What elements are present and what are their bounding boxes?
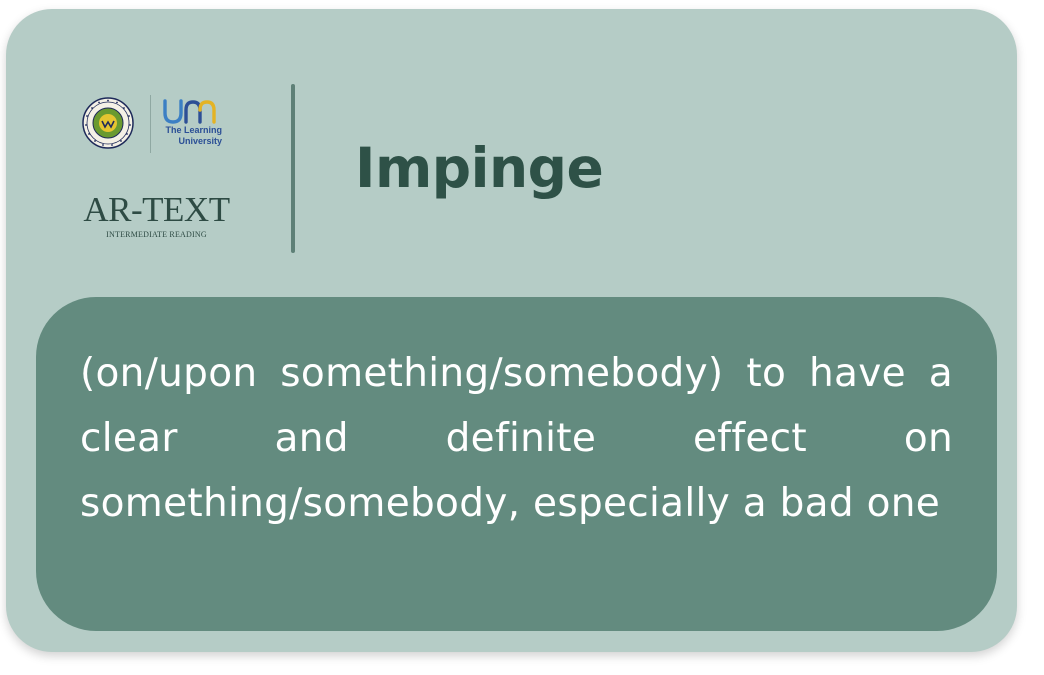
definition-panel: (on/upon something/somebody) to have a c…	[36, 297, 997, 631]
um-tagline: The Learning University	[162, 125, 222, 147]
header-divider	[291, 84, 295, 253]
vocabulary-word: Impinge	[355, 136, 604, 200]
university-seal-icon	[82, 97, 134, 149]
logo-group: The Learning University AR-TEXT INTERMED…	[74, 87, 244, 247]
um-logo-icon	[163, 99, 216, 124]
um-tagline-line1: The Learning	[165, 125, 222, 135]
brand-subtitle: INTERMEDIATE READING	[106, 230, 207, 239]
logo-divider	[150, 95, 151, 153]
vocabulary-card: The Learning University AR-TEXT INTERMED…	[6, 9, 1017, 652]
definition-text: (on/upon something/somebody) to have a c…	[80, 351, 953, 526]
brand-name: AR-TEXT	[83, 190, 230, 229]
um-tagline-line2: University	[178, 136, 222, 146]
